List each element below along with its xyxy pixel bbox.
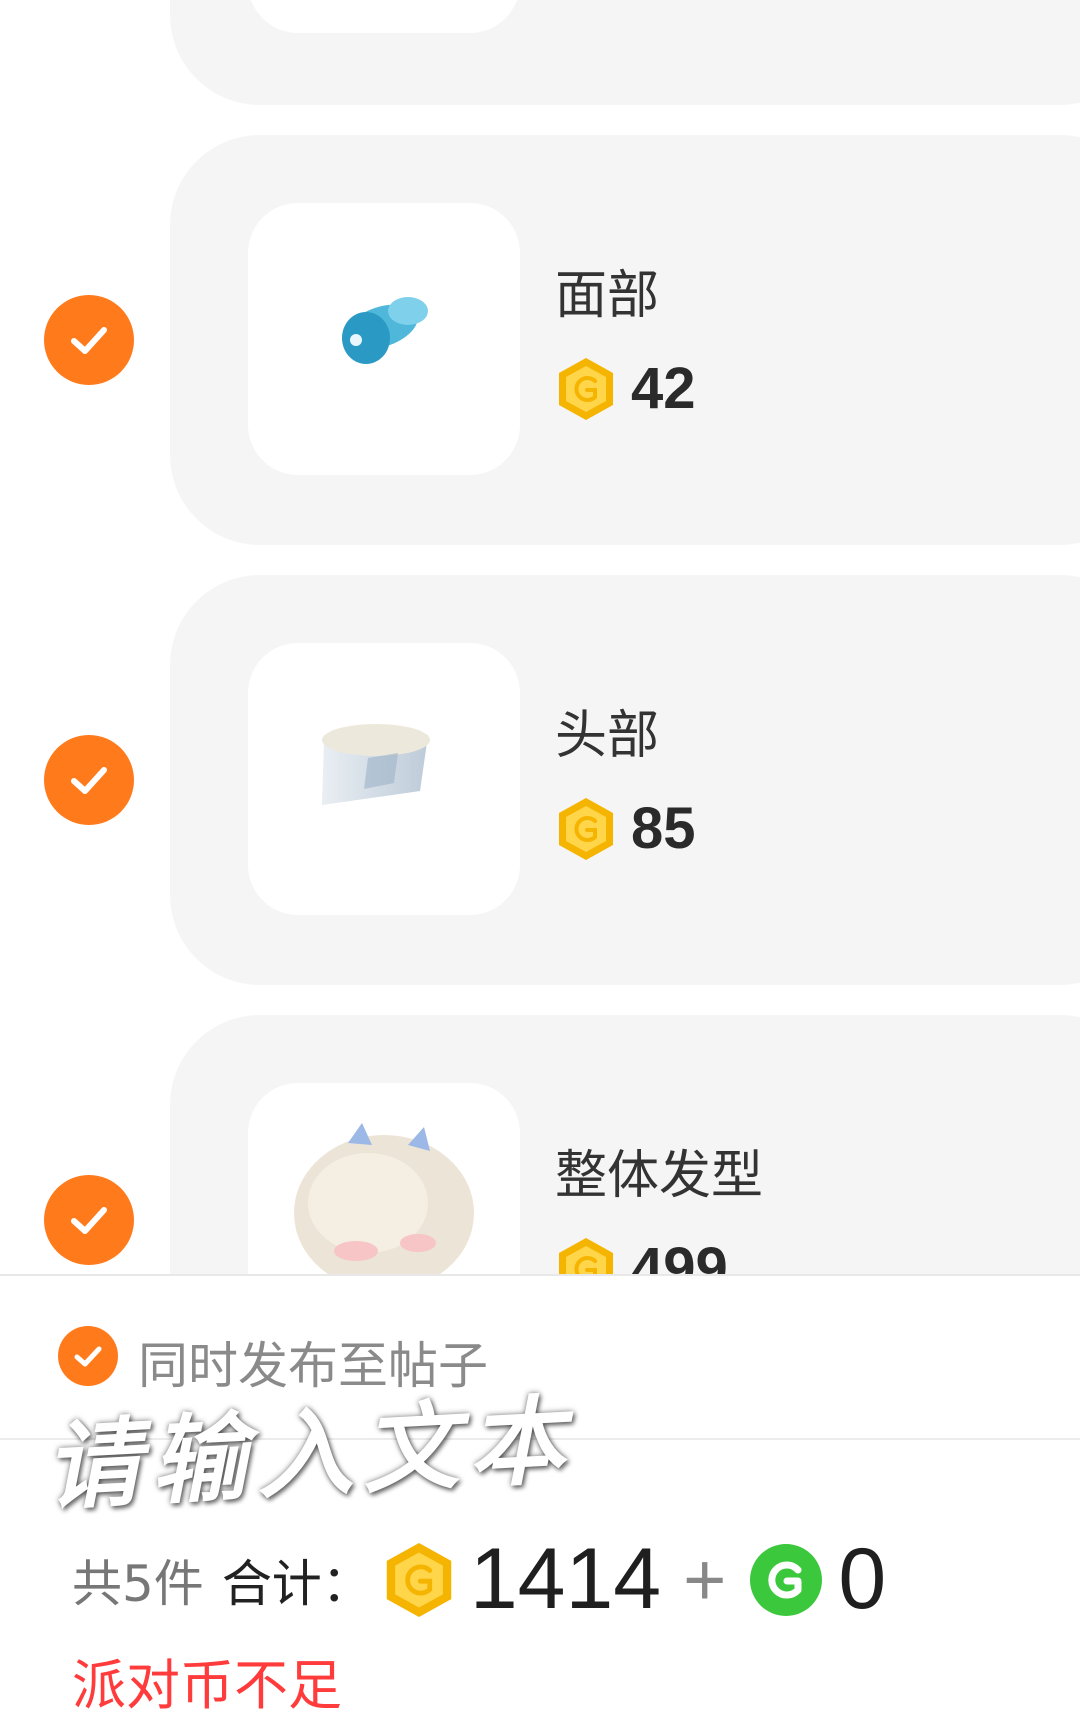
list-item[interactable]: 面部 42 [0, 135, 1080, 545]
gold-coin-icon [382, 1540, 456, 1620]
check-icon [74, 1346, 102, 1367]
list-item[interactable]: 头部 85 [0, 575, 1080, 985]
item-name: 整体发型 [555, 1146, 764, 1206]
item-price-value: 85 [631, 796, 696, 861]
twin-tail-hair-image [294, 1123, 474, 1274]
check-icon [71, 327, 107, 354]
total-amount: 1414 [469, 1531, 662, 1627]
item-thumbnail [248, 203, 520, 475]
item-check-icon[interactable] [44, 295, 134, 385]
item-list: 面部 42 头部 85 整体发型 499 [0, 0, 1080, 1274]
item-card[interactable]: 面部 42 [170, 135, 1080, 545]
item-price: 42 [555, 355, 696, 422]
party-coin-amount: 0 [838, 1531, 887, 1627]
item-thumbnail [248, 0, 520, 33]
item-check-icon[interactable] [44, 1175, 134, 1265]
item-check-icon[interactable] [44, 735, 134, 825]
item-card-partial[interactable] [170, 0, 1080, 105]
plus-sign: + [683, 1538, 727, 1621]
item-card[interactable]: 头部 85 [170, 575, 1080, 985]
item-thumbnail [248, 643, 520, 915]
gold-coin-icon [555, 356, 617, 422]
gold-coin-icon [555, 1236, 617, 1274]
publish-to-post-row[interactable]: 同时发布至帖子 请输入文本 [0, 1276, 1080, 1524]
item-name: 头部 [555, 706, 660, 766]
total-summary: 共5件 合计： 1414 + 0 [72, 1530, 886, 1629]
gold-coin-icon [555, 796, 617, 862]
item-price-value: 42 [631, 356, 696, 421]
watermark-text: 请输入文本 [41, 1383, 578, 1524]
item-price: 85 [555, 795, 696, 862]
check-icon [71, 767, 107, 794]
total-label: 合计： [221, 1554, 372, 1613]
item-name: 面部 [555, 266, 660, 326]
item-thumbnail [248, 1083, 520, 1274]
publish-check-icon[interactable] [58, 1326, 118, 1386]
blue-pacifier-image [342, 297, 428, 364]
item-card[interactable]: 整体发型 499 [170, 1015, 1080, 1274]
green-coin-icon [748, 1542, 824, 1618]
item-price-value: 499 [631, 1236, 728, 1274]
paper-cap-image [322, 724, 430, 805]
check-icon [71, 1207, 107, 1234]
item-price: 499 [555, 1235, 728, 1274]
list-item[interactable]: 整体发型 499 [0, 1015, 1080, 1274]
item-count: 共5件 [72, 1554, 204, 1613]
insufficient-coin-warning: 派对币不足 [72, 1654, 342, 1717]
checkout-footer: 同时发布至帖子 请输入文本 共5件 合计： 1414 + 0 派对币不足 [0, 1274, 1080, 1730]
